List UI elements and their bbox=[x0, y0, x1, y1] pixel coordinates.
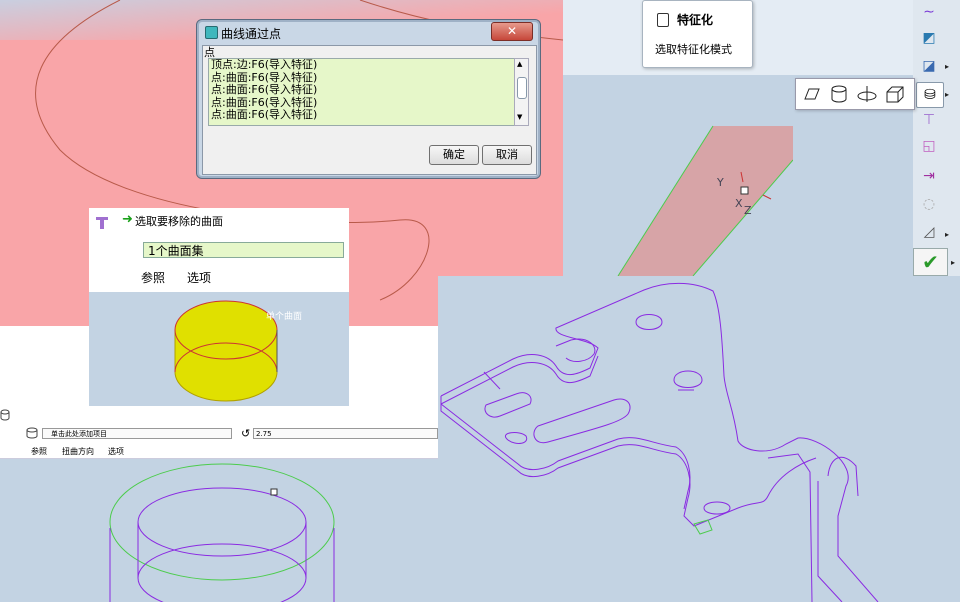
scroll-up-icon[interactable]: ▲ bbox=[517, 60, 522, 68]
tab-twist-direction[interactable]: 扭曲方向 bbox=[62, 446, 94, 457]
add-item-field[interactable]: 单击此处添加项目 bbox=[42, 428, 232, 439]
viewport-right-band bbox=[793, 0, 913, 276]
rotate-icon[interactable]: ↺ bbox=[241, 427, 250, 440]
ok-button[interactable]: 确定 bbox=[429, 145, 479, 165]
list-item[interactable]: 点:曲面:F6(导入特征) bbox=[209, 83, 514, 97]
twist-panel: 单击此处添加项目 ↺ 2.75 参照 扭曲方向 选项 bbox=[0, 406, 440, 602]
scroll-down-icon[interactable]: ▼ bbox=[517, 113, 522, 121]
tab-references[interactable]: 参照 bbox=[31, 446, 47, 457]
scroll-thumb[interactable] bbox=[517, 77, 527, 99]
wireframe-cylinder bbox=[109, 463, 335, 602]
sheetmetal-part-viewport[interactable] bbox=[438, 276, 960, 602]
point-list[interactable]: 顶点:边:F6(导入特征) 点:曲面:F6(导入特征) 点:曲面:F6(导入特征… bbox=[208, 58, 515, 126]
single-surface-label: 单个曲面 bbox=[266, 312, 303, 322]
right-toolbar: ∼ ◩ ◪ ▸ ⛁ ▸ ⊤ ◱ ⇥ ◌ ◿ ▸ ✔ ▸ bbox=[913, 0, 960, 276]
coord-y-label: Y bbox=[717, 176, 724, 189]
remove-surface-panel: ➜ 选取要移除的曲面 1个曲面集 参照 选项 单个曲面 bbox=[89, 208, 349, 406]
yellow-cylinder bbox=[174, 300, 278, 402]
confirm-check-icon[interactable]: ✔ bbox=[913, 248, 948, 276]
dialog-icon bbox=[205, 26, 218, 39]
remove-feature-icon bbox=[96, 217, 108, 229]
expand-arrow-icon[interactable]: ▸ bbox=[945, 90, 949, 99]
coord-z-label: Z bbox=[744, 204, 752, 217]
revolve-icon[interactable] bbox=[856, 84, 878, 104]
expand-arrow-icon[interactable]: ▸ bbox=[951, 258, 955, 267]
tooltip-title: 特征化 bbox=[677, 13, 714, 27]
dialog-title: 曲线通过点 bbox=[221, 27, 282, 41]
curve-through-points-dialog: 曲线通过点 ✕ 点 顶点:边:F6(导入特征) 点:曲面:F6(导入特征) 点:… bbox=[196, 19, 541, 179]
expand-arrow-icon[interactable]: ▸ bbox=[945, 62, 949, 71]
edge-tool-icon[interactable]: ◿ bbox=[916, 220, 942, 244]
cylinder-icon[interactable] bbox=[828, 84, 850, 104]
tab-options[interactable]: 选项 bbox=[108, 446, 124, 457]
plane-icon[interactable] bbox=[800, 84, 822, 104]
cylinder-icon bbox=[26, 427, 38, 439]
surface-tool-icon[interactable]: ◩ bbox=[916, 26, 942, 50]
list-scrollbar[interactable]: ▲ ▼ bbox=[514, 58, 529, 126]
remove-tool-icon[interactable]: ⊤ bbox=[916, 108, 942, 132]
offset-tool-icon[interactable]: ◱ bbox=[916, 134, 942, 158]
coord-x-label: X bbox=[735, 197, 743, 210]
tab-references[interactable]: 参照 bbox=[141, 269, 165, 286]
attach-tool-icon[interactable]: ⇥ bbox=[916, 164, 942, 188]
twist-value-field[interactable]: 2.75 bbox=[253, 428, 438, 439]
cancel-button[interactable]: 取消 bbox=[482, 145, 532, 165]
box-icon[interactable] bbox=[884, 84, 906, 104]
remove-viewport[interactable]: 单个曲面 bbox=[89, 292, 349, 406]
remove-dashboard: ➜ 选取要移除的曲面 1个曲面集 参照 选项 bbox=[89, 208, 349, 290]
prompt-arrow-icon: ➜ bbox=[122, 212, 133, 227]
sheetmetal-part-wireframe bbox=[440, 282, 879, 602]
surface-set-field[interactable]: 1个曲面集 bbox=[143, 242, 344, 258]
cylinder-tool-icon[interactable]: ⛁ bbox=[916, 82, 944, 108]
twist-dashboard: 单击此处添加项目 ↺ 2.75 参照 扭曲方向 选项 bbox=[0, 406, 440, 459]
close-button[interactable]: ✕ bbox=[491, 22, 533, 41]
tooltip-description: 选取特征化模式 bbox=[655, 43, 732, 56]
shape-flyout bbox=[795, 78, 915, 110]
sweep-tool-icon[interactable]: ◪ bbox=[916, 54, 942, 78]
tab-options[interactable]: 选项 bbox=[187, 269, 211, 286]
expand-arrow-icon[interactable]: ▸ bbox=[945, 230, 949, 239]
list-item[interactable]: 点:曲面:F6(导入特征) bbox=[209, 108, 514, 122]
list-item[interactable]: 顶点:边:F6(导入特征) bbox=[209, 59, 514, 72]
disabled-tool-icon: ◌ bbox=[922, 196, 936, 212]
feature-tooltip: 特征化 选取特征化模式 bbox=[642, 0, 753, 68]
prompt-text: 选取要移除的曲面 bbox=[135, 215, 223, 228]
curve-tool-icon[interactable]: ∼ bbox=[916, 0, 942, 24]
cylinder-icon bbox=[0, 409, 10, 421]
feature-icon bbox=[657, 13, 669, 27]
